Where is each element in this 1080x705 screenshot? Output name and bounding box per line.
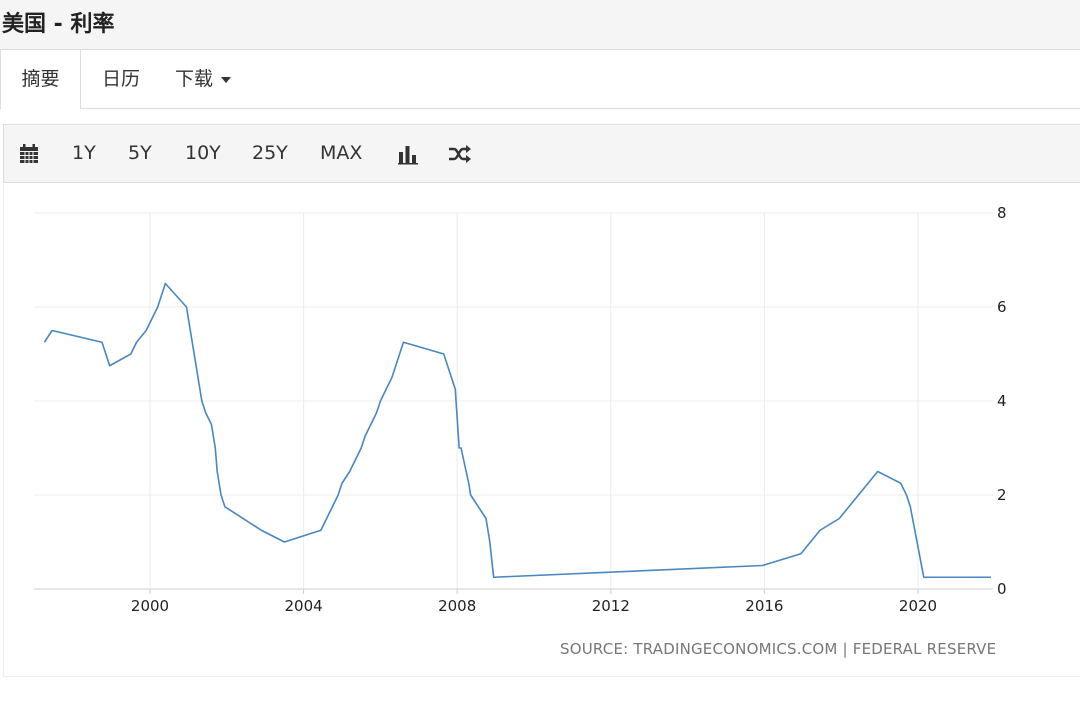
- y-tick-label: 6: [997, 298, 1007, 316]
- y-tick-label: 8: [997, 204, 1007, 222]
- y-tick-label: 2: [997, 486, 1007, 504]
- y-tick-label: 0: [997, 580, 1007, 598]
- x-tick-label: 2000: [131, 597, 169, 615]
- y-tick-label: 4: [997, 392, 1007, 410]
- x-tick-label: 2012: [592, 597, 630, 615]
- x-tick-label: 2008: [438, 597, 476, 615]
- x-tick-label: 2016: [745, 597, 783, 615]
- x-tick-label: 2004: [285, 597, 323, 615]
- x-tick-label: 2020: [899, 597, 937, 615]
- source-note: SOURCE: TRADINGECONOMICS.COM | FEDERAL R…: [560, 640, 997, 658]
- interest-rate-line: [43, 282, 991, 579]
- interest-rate-chart: 0 2 4 6 8 2000 2004 2008 2012 2016 2020: [34, 204, 1007, 615]
